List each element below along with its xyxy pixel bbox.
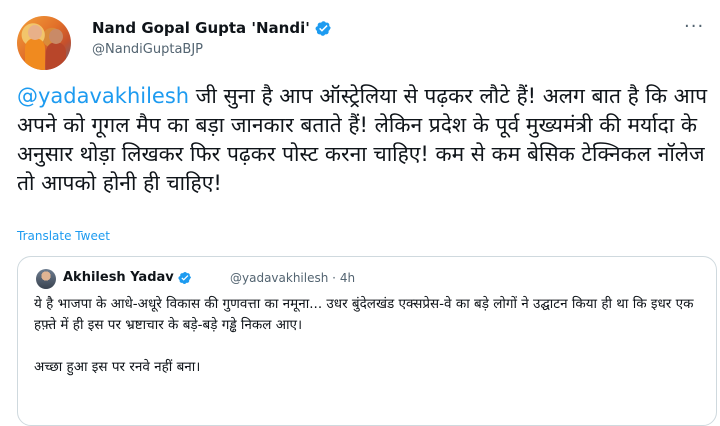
quoted-tweet[interactable]: Akhilesh Yadav @yadavakhilesh · 4h ये है… — [17, 256, 717, 426]
meta-separator: · — [332, 271, 336, 285]
translate-tweet-link[interactable]: Translate Tweet — [17, 229, 110, 243]
author-name-text[interactable]: Nand Gopal Gupta 'Nandi' — [92, 19, 310, 37]
author-avatar[interactable] — [17, 16, 71, 70]
quoted-paragraph-2: अच्छा हुआ इस पर रनवे नहीं बना। — [34, 359, 201, 375]
tweet-text: @yadavakhilesh जी सुना है आप ऑस्ट्रेलिया… — [17, 82, 711, 198]
mention-link[interactable]: @yadavakhilesh — [17, 84, 189, 108]
tweet-card: Nand Gopal Gupta 'Nandi' @NandiGuptaBJP … — [0, 0, 720, 426]
more-options-icon[interactable]: ··· — [684, 18, 704, 36]
quoted-author-name-text[interactable]: Akhilesh Yadav — [63, 270, 174, 285]
quoted-meta: @yadavakhilesh · 4h — [230, 271, 355, 285]
verified-badge-icon — [315, 20, 331, 36]
quoted-timestamp[interactable]: 4h — [340, 271, 355, 285]
quoted-author-avatar[interactable] — [36, 269, 56, 289]
quoted-paragraph-1: ये है भाजपा के आधे-अधूरे विकास की गुणवत्… — [34, 296, 694, 333]
author-handle[interactable]: @NandiGuptaBJP — [92, 42, 203, 57]
verified-badge-icon — [178, 271, 191, 284]
author-display-name[interactable]: Nand Gopal Gupta 'Nandi' — [92, 19, 332, 37]
quoted-author-display-name[interactable]: Akhilesh Yadav — [63, 270, 192, 285]
quoted-tweet-text: ये है भाजपा के आधे-अधूरे विकास की गुणवत्… — [34, 294, 706, 378]
quoted-author-handle[interactable]: @yadavakhilesh — [230, 271, 328, 285]
